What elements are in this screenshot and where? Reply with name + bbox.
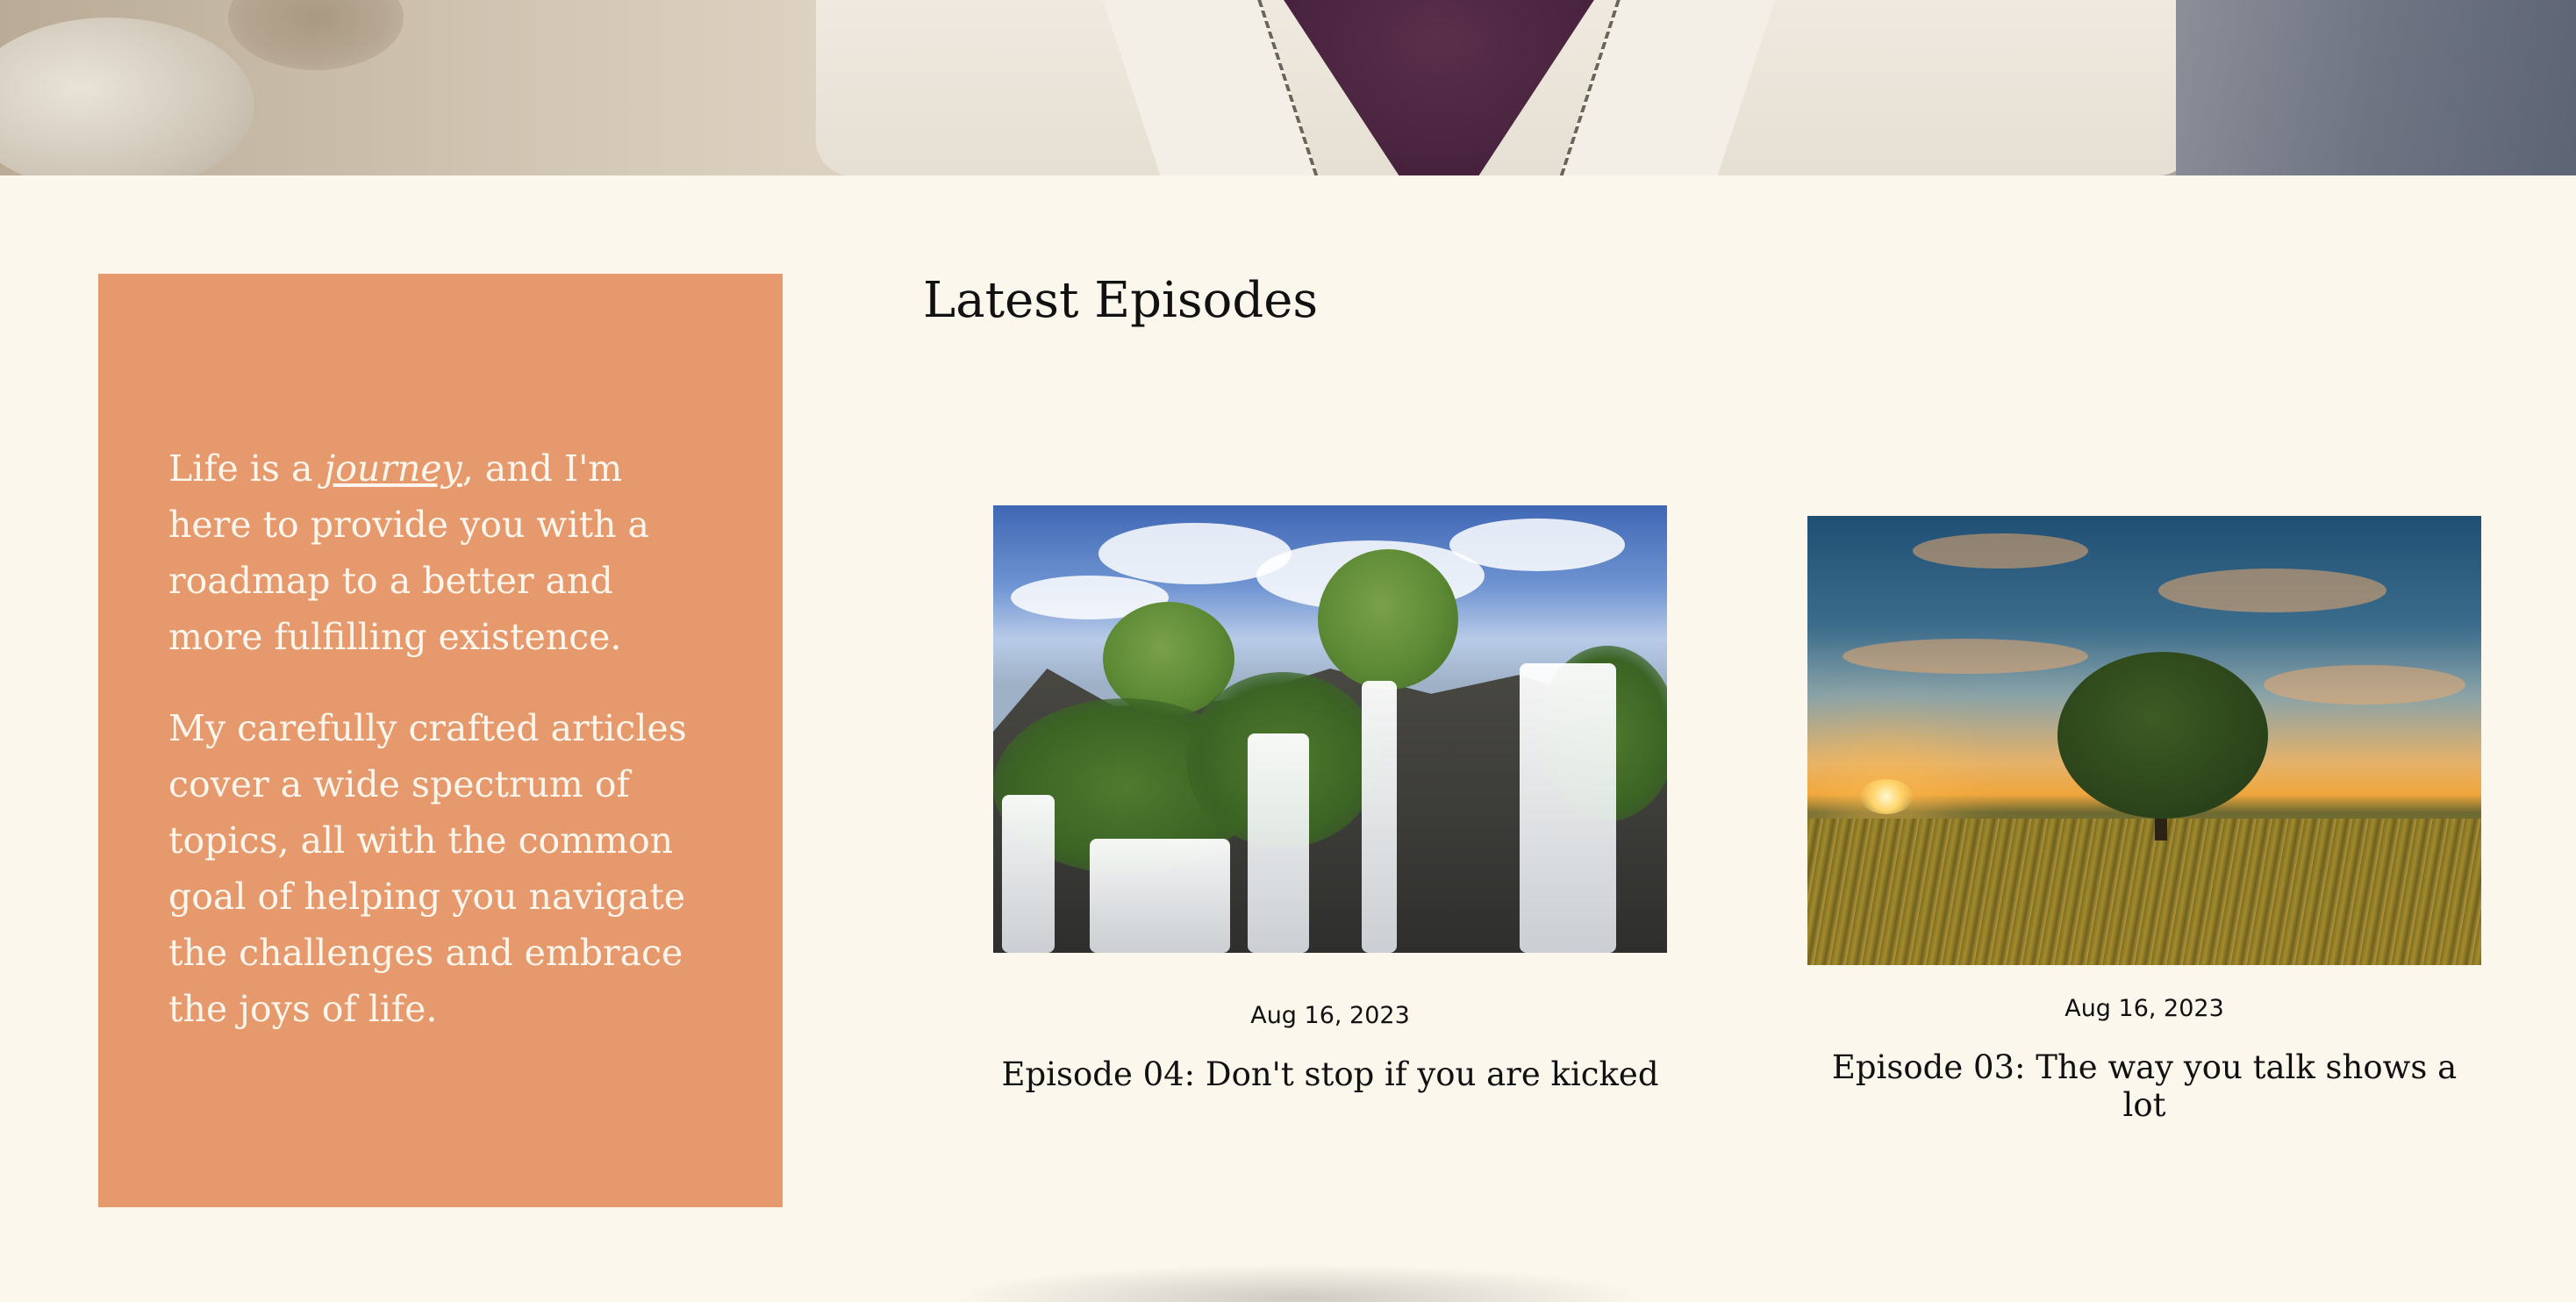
intro-text: Life is a — [168, 447, 325, 490]
cloud — [1449, 519, 1625, 571]
waterfall-stream — [1002, 795, 1055, 953]
waterfall-stream — [1362, 681, 1397, 953]
decorative-shadow — [948, 1263, 1649, 1302]
cloud — [2158, 569, 2386, 612]
waterfall-stream — [1520, 663, 1616, 953]
wheat-field — [1807, 819, 2481, 965]
hero-rock-shadow — [228, 0, 404, 70]
intro-card: Life is a journey, and I'm here to provi… — [98, 274, 783, 1207]
hero-background — [2176, 0, 2576, 175]
section-title: Latest Episodes — [923, 272, 1319, 329]
tree-canopy — [2057, 652, 2268, 819]
hero-image — [0, 0, 2576, 175]
intro-paragraph-2: My carefully crafted articles cover a wi… — [168, 707, 687, 1030]
intro-paragraph-1: Life is a journey, and I'm here to provi… — [168, 440, 712, 665]
hero-rock — [0, 18, 254, 175]
cloud — [1913, 533, 2088, 569]
sun — [1860, 779, 1913, 814]
episode-thumbnail[interactable] — [993, 505, 1667, 953]
episode-title-link[interactable]: Episode 03: The way you talk shows a lot — [1807, 1048, 2481, 1124]
waterfall-stream — [1248, 733, 1309, 953]
episode-date: Aug 16, 2023 — [2064, 995, 2224, 1022]
waterfall-stream — [1090, 839, 1230, 953]
episode-date: Aug 16, 2023 — [1250, 1002, 1410, 1029]
episode-title-link[interactable]: Episode 04: Don't stop if you are kicked — [993, 1055, 1667, 1093]
episode-thumbnail[interactable] — [1807, 516, 2481, 965]
episode-card[interactable]: Aug 16, 2023 Episode 03: The way you tal… — [1807, 516, 2481, 1124]
cloud — [1843, 639, 2088, 674]
episode-card[interactable]: Aug 16, 2023 Episode 04: Don't stop if y… — [993, 505, 1667, 1093]
cloud — [2264, 665, 2465, 705]
tree — [1318, 549, 1458, 690]
journey-emphasis: journey — [324, 447, 462, 490]
